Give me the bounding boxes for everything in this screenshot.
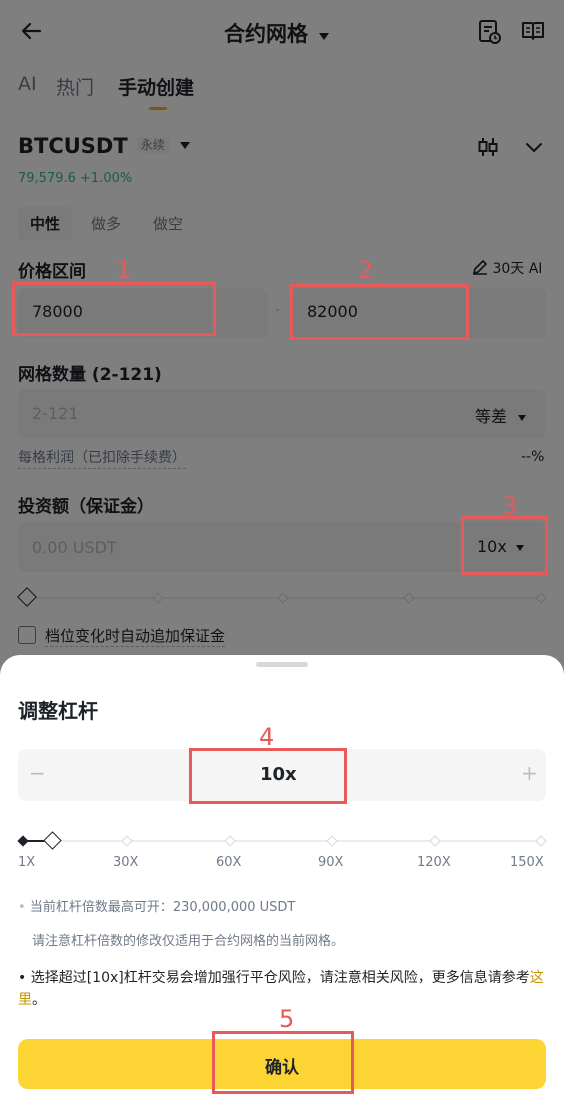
annotation-box-2 (290, 284, 469, 340)
leverage-slider-track[interactable] (22, 840, 544, 842)
sheet-drag-handle[interactable] (256, 662, 308, 667)
annotation-box-1 (12, 282, 216, 336)
tick-label: 60X (216, 855, 242, 870)
minus-button[interactable]: − (29, 761, 46, 785)
max-position-text: 当前杠杆倍数最高可开：230,000,000 USDT (29, 900, 296, 915)
max-position-note: • 当前杠杆倍数最高可开：230,000,000 USDT (18, 900, 296, 915)
annotation-number-1: 1 (116, 256, 132, 284)
tick-label: 150X (510, 855, 544, 870)
annotation-box-4 (189, 748, 347, 804)
modal-backdrop[interactable] (0, 0, 564, 690)
annotation-number-3: 3 (502, 492, 518, 520)
tick-label: 30X (113, 855, 139, 870)
slider-stop (224, 835, 236, 847)
leverage-slider-handle[interactable] (43, 831, 63, 850)
risk-warning-text: 选择超过[10x]杠杆交易会增加强行平仓风险，请注意相关风险，更多信息请参考 (30, 970, 530, 986)
slider-stop (429, 835, 441, 847)
leverage-slider-start (17, 835, 29, 847)
leverage-sheet: 调整杠杆 − 10x + 1X 30X 60X 90X 120X 150X • … (0, 655, 564, 1110)
slider-stop (121, 835, 133, 847)
slider-stop (326, 835, 338, 847)
scope-note: 请注意杠杆倍数的修改仅适用于合约网格的当前网格。 (32, 934, 345, 949)
plus-button[interactable]: + (521, 761, 538, 785)
sheet-title: 调整杠杆 (18, 699, 98, 723)
tick-label: 120X (417, 855, 451, 870)
annotation-number-5: 5 (279, 1005, 295, 1033)
tick-label: 90X (318, 855, 344, 870)
annotation-box-3 (461, 516, 548, 575)
annotation-number-4: 4 (259, 723, 275, 751)
annotation-number-2: 2 (358, 256, 374, 284)
risk-warning-end: 。 (32, 992, 46, 1008)
tick-label: 1X (18, 855, 36, 870)
annotation-box-5 (212, 1031, 354, 1094)
slider-stop (535, 835, 547, 847)
page: 合约网格 AI 热门 手动创建 BTCUSDT 永续 79,579.6 +1.0… (0, 0, 564, 1110)
